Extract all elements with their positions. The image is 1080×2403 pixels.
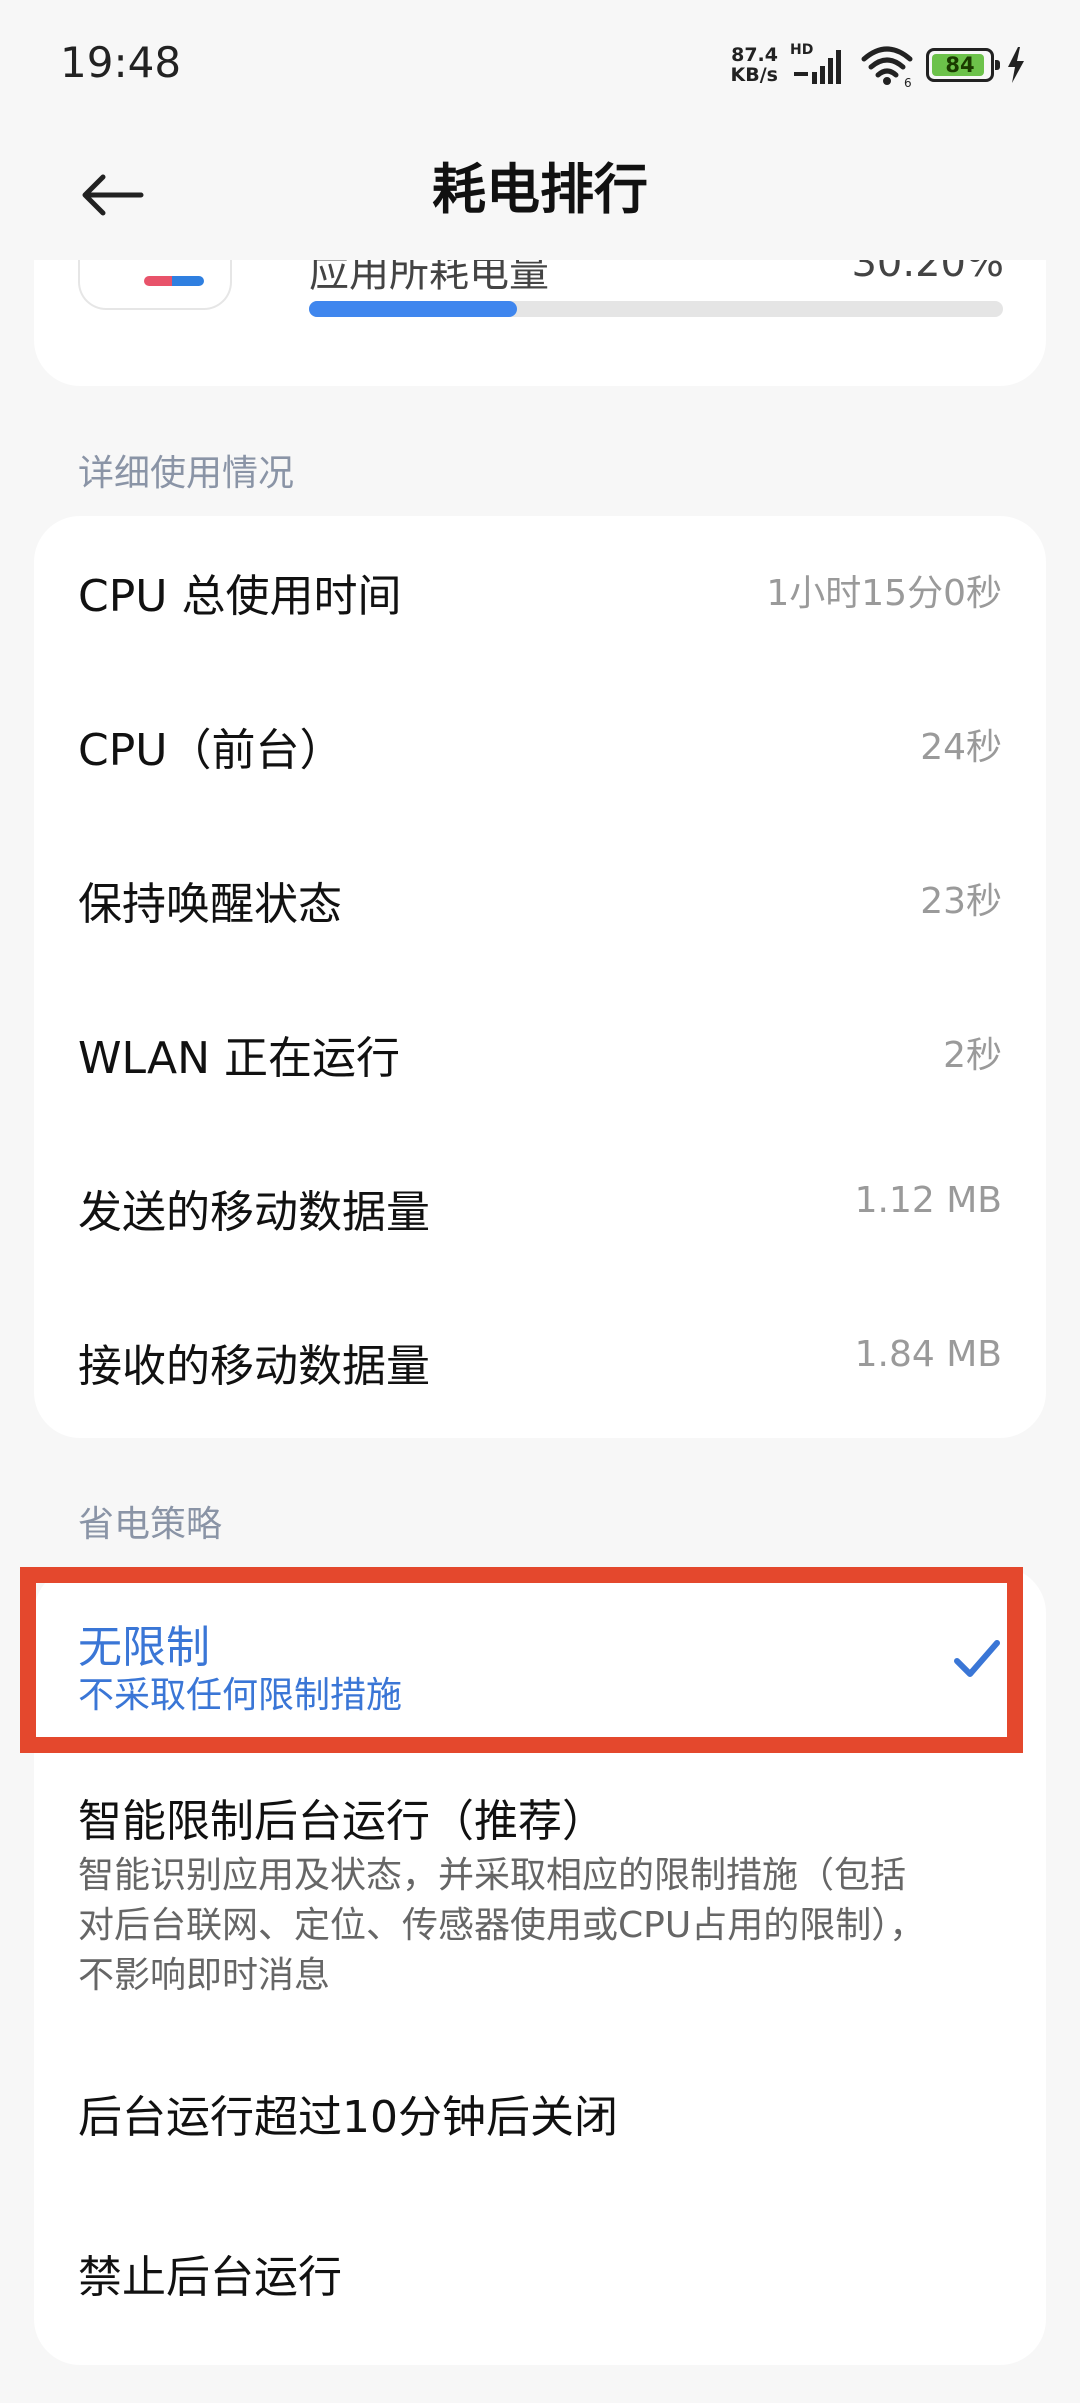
battery-cap [995,60,1000,70]
detail-row-data-received: 接收的移动数据量 1.84 MB [34,1286,1046,1440]
details-section-title: 详细使用情况 [78,453,295,494]
detail-label: WLAN 正在运行 [78,1033,401,1084]
option-smart-restriction[interactable]: 智能限制后台运行（推荐） 智能识别应用及状态，并采取相应的限制措施（包括对后台联… [34,1753,1046,2037]
status-icons: 87.4 KB/s HD 6 84 [731,40,1026,90]
option-title: 后台运行超过10分钟后关闭 [78,2092,618,2143]
status-time: 19:48 [60,38,182,87]
detail-row-cpu-total: CPU 总使用时间 1小时15分0秒 [34,516,1046,670]
network-speed: 87.4 KB/s [731,45,778,85]
highlight-annotation [20,1567,1023,1753]
details-card: CPU 总使用时间 1小时15分0秒 CPU（前台） 24秒 保持唤醒状态 23… [34,516,1046,1438]
detail-row-data-sent: 发送的移动数据量 1.12 MB [34,1132,1046,1286]
battery-icon: 84 [926,48,1000,82]
detail-label: 保持唤醒状态 [78,879,342,930]
charging-icon [1008,47,1024,83]
usage-progress-fill [309,301,518,317]
detail-label: 发送的移动数据量 [78,1187,430,1238]
svg-text:6: 6 [904,76,912,87]
option-title: 禁止后台运行 [78,2252,342,2303]
detail-label: CPU（前台） [78,725,344,776]
detail-label: CPU 总使用时间 [78,571,402,622]
detail-value: 1小时15分0秒 [766,573,1002,614]
detail-label: 接收的移动数据量 [78,1341,430,1392]
detail-row-wlan: WLAN 正在运行 2秒 [34,978,1046,1132]
detail-row-keep-awake: 保持唤醒状态 23秒 [34,824,1046,978]
option-title: 智能限制后台运行（推荐） [78,1796,606,1847]
network-speed-value: 87.4 [731,44,778,66]
header: 耗电排行 [0,130,1080,260]
page-title: 耗电排行 [432,158,648,221]
option-subtitle: 智能识别应用及状态，并采取相应的限制措施（包括对后台联网、定位、传感器使用或CP… [78,1855,926,1996]
detail-value: 24秒 [920,727,1002,768]
cellular-signal-icon: HD [790,42,848,88]
detail-value: 23秒 [920,881,1002,922]
detail-value: 1.12 MB [854,1180,1002,1221]
status-bar: 19:48 87.4 KB/s HD 6 84 [0,0,1080,130]
battery-level: 84 [945,53,975,77]
network-speed-unit: KB/s [730,64,778,86]
usage-progress-bar [309,301,1003,317]
detail-value: 2秒 [943,1035,1002,1076]
detail-row-cpu-foreground: CPU（前台） 24秒 [34,670,1046,824]
detail-value: 1.84 MB [854,1334,1002,1375]
option-block-background[interactable]: 禁止后台运行 [34,2197,1046,2357]
strategy-section-title: 省电策略 [78,1504,223,1545]
hd-badge: HD [790,42,814,58]
wifi-icon: 6 [861,46,913,87]
option-close-after-10-min[interactable]: 后台运行超过10分钟后关闭 [34,2037,1046,2197]
